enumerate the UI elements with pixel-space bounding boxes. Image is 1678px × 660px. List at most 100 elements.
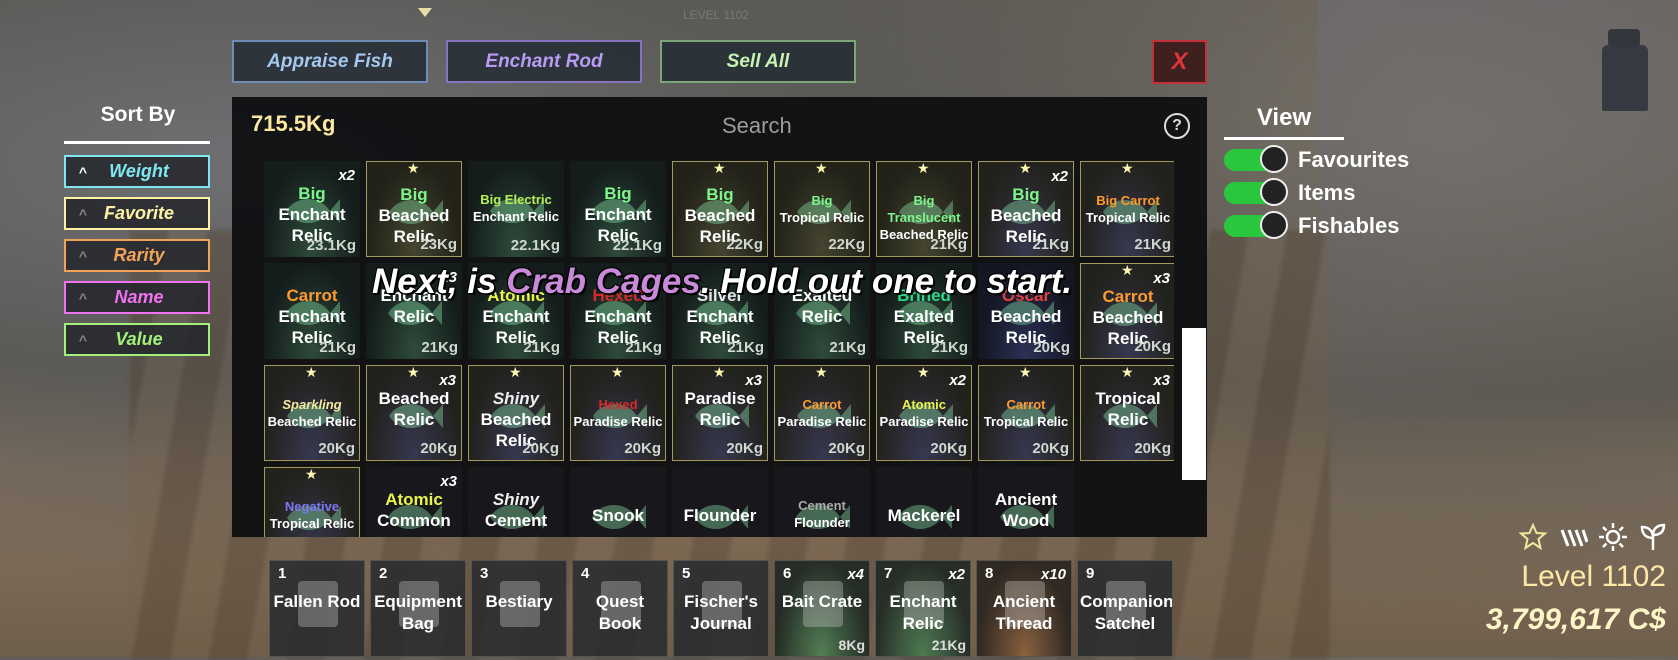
item-mutation: Big bbox=[706, 185, 734, 204]
inventory-tile[interactable]: Snook bbox=[570, 467, 666, 537]
item-mutation: Big Translucent bbox=[887, 193, 961, 225]
inventory-tile[interactable]: ★ x3 Beached Relic 20Kg bbox=[366, 365, 462, 461]
item-weight: 21Kg bbox=[523, 339, 560, 356]
hotbar-slot-3[interactable]: 3 Bestiary bbox=[471, 560, 567, 657]
inventory-tile[interactable]: Cement Flounder bbox=[774, 467, 870, 537]
hotbar-slot-5[interactable]: 5 Fischer's Journal bbox=[673, 560, 769, 657]
slot-name: Bait Crate bbox=[781, 592, 863, 611]
item-base-name: Tropical Relic bbox=[269, 516, 355, 531]
sprout-icon[interactable] bbox=[1638, 522, 1668, 552]
item-weight: 20Kg bbox=[1134, 338, 1171, 355]
sort-value-button[interactable]: ^ Value bbox=[64, 323, 210, 356]
item-name: Carrot Tropical Relic bbox=[981, 396, 1071, 430]
inventory-tile[interactable]: ★ Big Beached Relic 22Kg bbox=[672, 161, 768, 257]
inventory-tile[interactable]: ★ Big Beached Relic 23Kg bbox=[366, 161, 462, 257]
item-mutation: Negative bbox=[284, 499, 340, 514]
inventory-tile[interactable]: ★ Big Carrot Tropical Relic 21Kg bbox=[1080, 161, 1174, 257]
inventory-tile[interactable]: ★ x2 Atomic Paradise Relic 20Kg bbox=[876, 365, 972, 461]
hotbar-slot-4[interactable]: 4 Quest Book bbox=[572, 560, 668, 657]
item-name: Big Carrot Tropical Relic bbox=[1083, 192, 1173, 226]
toggle-switch[interactable] bbox=[1224, 145, 1288, 173]
toggle-fishables[interactable]: Fishables bbox=[1224, 211, 1399, 240]
item-base-name: Enchant Relic bbox=[473, 209, 559, 224]
close-button[interactable]: X bbox=[1152, 40, 1207, 84]
toggle-items[interactable]: Items bbox=[1224, 178, 1355, 207]
favorite-star-icon: ★ bbox=[611, 365, 624, 380]
item-weight: 23Kg bbox=[420, 236, 457, 253]
inventory-tile[interactable]: x2 Big Enchant Relic 23.1Kg bbox=[264, 161, 360, 257]
sort-option-label: Name bbox=[114, 287, 164, 307]
item-base-name: Mackerel bbox=[887, 506, 961, 525]
sort-name-button[interactable]: ^ Name bbox=[64, 281, 210, 314]
hotbar-slot-9[interactable]: 9 Companion Satchel bbox=[1077, 560, 1173, 657]
inventory-scrollbar[interactable] bbox=[1182, 328, 1206, 480]
inventory-tile[interactable]: Shiny Cement bbox=[468, 467, 564, 537]
inventory-tile[interactable]: ★ Hexed Paradise Relic 20Kg bbox=[570, 365, 666, 461]
inventory-tile[interactable]: ★ Big Translucent Beached Relic 21Kg bbox=[876, 161, 972, 257]
star-icon[interactable] bbox=[1518, 522, 1548, 552]
hotbar-slot-2[interactable]: 2 Equipment Bag bbox=[370, 560, 466, 657]
toggle-switch[interactable] bbox=[1224, 178, 1288, 206]
favorite-star-icon: ★ bbox=[407, 161, 420, 176]
quest-arrow-icon bbox=[418, 8, 432, 17]
item-quantity: x2 bbox=[949, 372, 966, 389]
toggle-knob bbox=[1260, 211, 1288, 239]
inventory-tile[interactable]: Big Enchant Relic 22.1Kg bbox=[570, 161, 666, 257]
item-base-name: Snook bbox=[592, 506, 644, 525]
hotbar-slot-6[interactable]: 6 x4 Bait Crate 8Kg bbox=[774, 560, 870, 657]
inventory-tile[interactable]: x3 Atomic Common bbox=[366, 467, 462, 537]
hotbar-slot-1[interactable]: 1 Fallen Rod bbox=[269, 560, 365, 657]
inventory-tile[interactable]: ★ x3 Paradise Relic 20Kg bbox=[672, 365, 768, 461]
sort-option-label: Rarity bbox=[113, 245, 165, 265]
toggle-favourites[interactable]: Favourites bbox=[1224, 145, 1409, 174]
inventory-tile[interactable]: ★ Shiny Beached Relic 20Kg bbox=[468, 365, 564, 461]
inventory-tile[interactable]: Mackerel bbox=[876, 467, 972, 537]
toggle-knob bbox=[1260, 178, 1288, 206]
weather-icon[interactable] bbox=[1558, 522, 1588, 552]
search-input[interactable] bbox=[720, 107, 1144, 145]
background-npc bbox=[1602, 29, 1648, 111]
sort-option-label: Favorite bbox=[103, 203, 175, 223]
sort-favorite-button[interactable]: ^ Favorite bbox=[64, 197, 210, 230]
sort-rarity-button[interactable]: ^ Rarity bbox=[64, 239, 210, 272]
inventory-tile[interactable]: Flounder bbox=[672, 467, 768, 537]
item-quantity: x3 bbox=[745, 372, 762, 389]
inventory-panel: 715.5Kg ? x2 Big Enchant Relic 23.1Kg ★ Big Be… bbox=[232, 97, 1207, 537]
item-quantity: x3 bbox=[439, 372, 456, 389]
item-weight: 20Kg bbox=[420, 440, 457, 457]
hud-icons bbox=[1518, 522, 1668, 552]
inventory-tile[interactable]: ★ x2 Big Beached Relic 21Kg bbox=[978, 161, 1074, 257]
sell-all-button[interactable]: Sell All bbox=[660, 40, 856, 83]
item-base-name: Paradise Relic bbox=[777, 414, 867, 429]
sun-icon[interactable] bbox=[1598, 522, 1628, 552]
inventory-tile[interactable]: Carrot Enchant Relic 21Kg bbox=[264, 263, 360, 359]
item-name: Shiny Cement bbox=[470, 489, 562, 531]
appraise-fish-button[interactable]: Appraise Fish bbox=[232, 40, 428, 83]
item-weight: 22Kg bbox=[726, 236, 763, 253]
inventory-tile[interactable]: ★ Big Tropical Relic 22Kg bbox=[774, 161, 870, 257]
total-weight: 715.5Kg bbox=[251, 111, 336, 136]
inventory-tile[interactable]: ★ Negative Tropical Relic bbox=[264, 467, 360, 537]
item-mutation: Big bbox=[400, 185, 428, 204]
inventory-tile[interactable]: ★ Carrot Paradise Relic 20Kg bbox=[774, 365, 870, 461]
item-name: Atomic Paradise Relic bbox=[879, 396, 969, 430]
help-icon[interactable]: ? bbox=[1164, 113, 1190, 139]
hotbar-slot-8[interactable]: 8 x10 Ancient Thread bbox=[976, 560, 1072, 657]
item-base-name: Flounder bbox=[794, 515, 850, 530]
slot-number: 4 bbox=[581, 565, 590, 582]
item-weight: 20Kg bbox=[828, 440, 865, 457]
inventory-tile[interactable]: Ancient Wood bbox=[978, 467, 1074, 537]
inventory-tile[interactable]: ★ x3 Carrot Beached Relic 20Kg bbox=[1080, 263, 1174, 359]
inventory-tile[interactable]: ★ x3 Tropical Relic 20Kg bbox=[1080, 365, 1174, 461]
inventory-tile[interactable]: ★ Carrot Tropical Relic 20Kg bbox=[978, 365, 1074, 461]
hotbar-slot-7[interactable]: 7 x2 Enchant Relic 21Kg bbox=[875, 560, 971, 657]
slot-number: 2 bbox=[379, 565, 388, 582]
inventory-tile[interactable]: Big Electric Enchant Relic 22.1Kg bbox=[468, 161, 564, 257]
inventory-tile[interactable]: ★ Sparkling Beached Relic 20Kg bbox=[264, 365, 360, 461]
enchant-rod-button[interactable]: Enchant Rod bbox=[446, 40, 642, 83]
item-mutation: Big Carrot bbox=[1096, 193, 1160, 208]
tutorial-pre: Next, is bbox=[372, 262, 507, 301]
item-quantity: x2 bbox=[338, 167, 355, 184]
sort-weight-button[interactable]: ^ Weight bbox=[64, 155, 210, 188]
toggle-switch[interactable] bbox=[1224, 211, 1288, 239]
